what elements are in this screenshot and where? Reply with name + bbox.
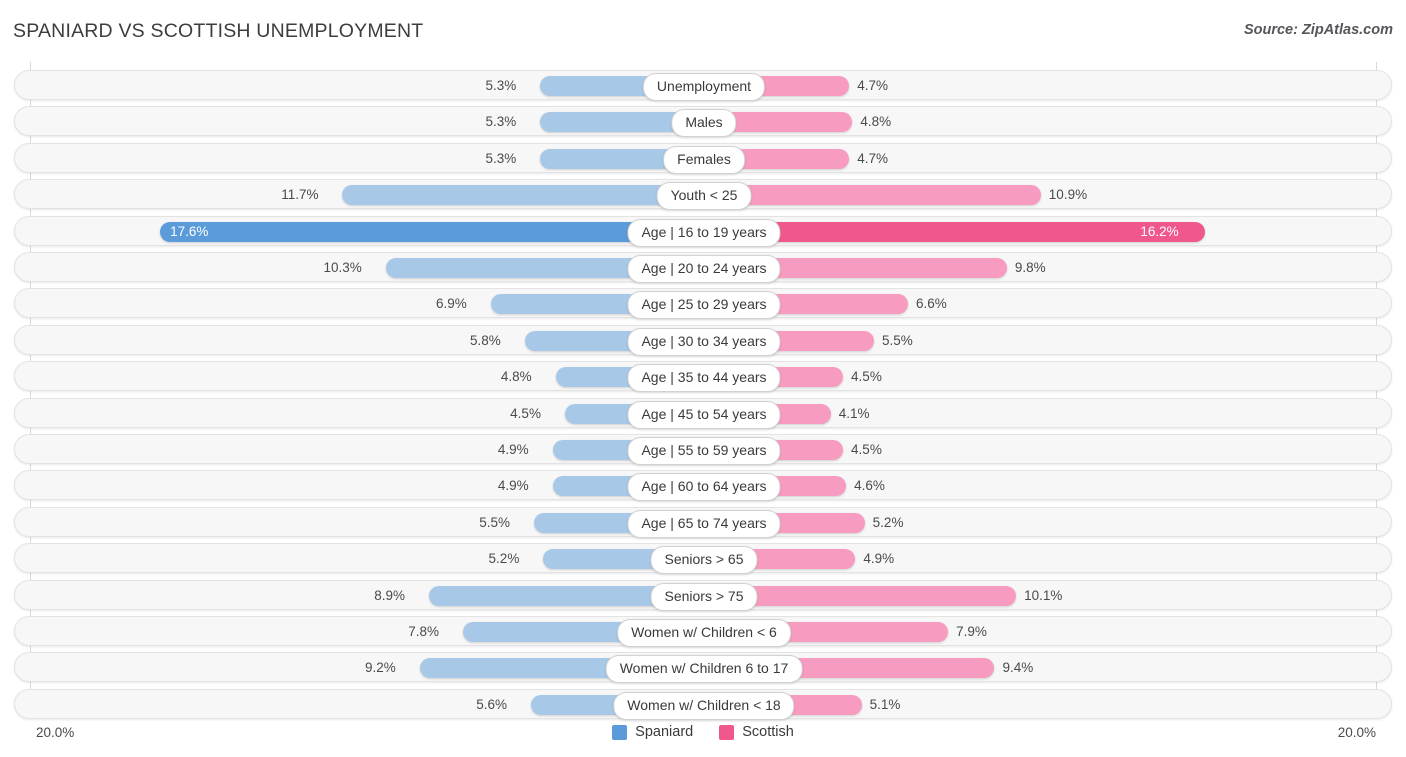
- table-row: 4.8% 4.5% Age | 35 to 44 years: [14, 361, 1392, 393]
- table-row: 8.9% 10.1% Seniors > 75: [14, 579, 1392, 611]
- value-label-spaniard: 6.9%: [436, 296, 467, 312]
- category-label: Males: [671, 109, 737, 138]
- category-label: Age | 25 to 29 years: [627, 291, 781, 320]
- chart-footer: 20.0% 20.0% Spaniard Scottish: [0, 719, 1406, 757]
- value-label-scottish: 9.4%: [1002, 660, 1034, 676]
- category-label: Unemployment: [642, 73, 766, 101]
- category-label: Age | 45 to 54 years: [627, 400, 781, 429]
- value-label-spaniard: 5.6%: [476, 696, 507, 712]
- value-label-spaniard: 10.3%: [323, 260, 362, 275]
- category-label: Age | 30 to 34 years: [627, 327, 781, 356]
- table-row: 5.6% 5.1% Women w/ Children < 18: [14, 688, 1392, 720]
- page-title: SPANIARD VS SCOTTISH UNEMPLOYMENT: [13, 20, 424, 42]
- category-label: Age | 60 to 64 years: [627, 473, 781, 502]
- value-label-scottish: 4.7%: [857, 78, 888, 93]
- value-label-spaniard: 8.9%: [374, 587, 405, 603]
- table-row: 10.3% 9.8% Age | 20 to 24 years: [14, 252, 1392, 283]
- table-row: 5.5% 5.2% Age | 65 to 74 years: [14, 506, 1392, 538]
- category-label: Seniors > 65: [650, 546, 758, 575]
- bar-spaniard: [342, 185, 704, 206]
- value-label-scottish: 4.5%: [851, 369, 882, 385]
- legend-label: Spaniard: [635, 724, 694, 740]
- table-row: 5.2% 4.9% Seniors > 65: [14, 543, 1392, 575]
- table-row: 5.8% 5.5% Age | 30 to 34 years: [14, 324, 1392, 356]
- value-label-spaniard: 5.2%: [488, 551, 520, 567]
- category-label: Age | 55 to 59 years: [627, 437, 781, 465]
- table-row: 5.3% 4.7% Unemployment: [14, 70, 1392, 101]
- category-label: Women w/ Children < 18: [613, 691, 795, 720]
- legend-item-scottish[interactable]: Scottish: [719, 724, 794, 740]
- value-label-spaniard: 4.5%: [510, 405, 541, 421]
- value-label-spaniard: 4.9%: [497, 442, 529, 457]
- legend-swatch-icon: [719, 724, 735, 740]
- value-label-spaniard: 4.9%: [497, 478, 529, 494]
- category-label: Women w/ Children 6 to 17: [605, 655, 803, 684]
- category-label: Age | 16 to 19 years: [627, 218, 781, 247]
- legend-swatch-icon: [612, 724, 628, 740]
- value-label-spaniard: 17.6%: [170, 223, 209, 239]
- value-label-scottish: 16.2%: [1140, 223, 1179, 239]
- value-label-scottish: 4.9%: [863, 551, 895, 567]
- value-label-scottish: 4.6%: [854, 478, 885, 494]
- value-label-spaniard: 5.8%: [470, 332, 501, 348]
- value-label-scottish: 9.8%: [1014, 260, 1046, 275]
- value-label-spaniard: 5.3%: [485, 150, 517, 166]
- value-label-scottish: 4.7%: [857, 150, 888, 166]
- table-row: 5.3% 4.8% Males: [14, 106, 1392, 138]
- legend-label: Scottish: [742, 724, 794, 740]
- category-label: Youth < 25: [656, 182, 752, 211]
- table-row: 4.9% 4.6% Age | 60 to 64 years: [14, 470, 1392, 502]
- value-label-scottish: 6.6%: [915, 296, 947, 312]
- table-row: 4.5% 4.1% Age | 45 to 54 years: [14, 397, 1392, 429]
- value-label-scottish: 5.2%: [872, 514, 904, 530]
- value-label-spaniard: 5.3%: [485, 78, 517, 93]
- value-label-spaniard: 5.3%: [485, 114, 517, 130]
- category-label: Women w/ Children < 6: [617, 619, 791, 647]
- chart-plot-area: 5.3% 4.7% Unemployment 5.3% 4.8% Males 5.3% 4.7…: [0, 62, 1406, 720]
- value-label-spaniard: 7.8%: [408, 624, 439, 639]
- table-row: 17.6% 16.2% Age | 16 to 19 years: [14, 215, 1392, 247]
- category-label: Age | 65 to 74 years: [627, 509, 781, 538]
- value-label-scottish: 4.8%: [860, 114, 892, 130]
- value-label-spaniard: 5.5%: [479, 514, 511, 530]
- category-label: Females: [663, 145, 745, 174]
- table-row: 11.7% 10.9% Youth < 25: [14, 179, 1392, 211]
- chart-legend: Spaniard Scottish: [0, 724, 1406, 740]
- value-label-scottish: 10.9%: [1048, 187, 1088, 203]
- table-row: 9.2% 9.4% Women w/ Children 6 to 17: [14, 652, 1392, 684]
- legend-item-spaniard[interactable]: Spaniard: [612, 724, 693, 740]
- value-label-scottish: 4.1%: [838, 405, 870, 421]
- chart-header: SPANIARD VS SCOTTISH UNEMPLOYMENT Source…: [0, 0, 1406, 62]
- table-row: 7.8% 7.9% Women w/ Children < 6: [14, 616, 1392, 647]
- category-label: Age | 20 to 24 years: [627, 255, 781, 283]
- source-attribution: Source: ZipAtlas.com: [1243, 22, 1393, 38]
- value-label-scottish: 5.1%: [869, 696, 901, 712]
- bar-scottish: [704, 185, 1041, 206]
- value-label-spaniard: 11.7%: [281, 187, 319, 203]
- category-label: Age | 35 to 44 years: [627, 364, 781, 393]
- table-row: 5.3% 4.7% Females: [14, 142, 1392, 174]
- bar-spaniard: [160, 221, 704, 242]
- table-row: 6.9% 6.6% Age | 25 to 29 years: [14, 288, 1392, 320]
- value-label-scottish: 10.1%: [1024, 587, 1063, 603]
- value-label-spaniard: 9.2%: [364, 660, 396, 676]
- value-label-scottish: 7.9%: [956, 624, 987, 639]
- table-row: 4.9% 4.5% Age | 55 to 59 years: [14, 434, 1392, 465]
- value-label-scottish: 5.5%: [881, 332, 913, 348]
- value-label-spaniard: 4.8%: [500, 369, 532, 385]
- value-label-scottish: 4.5%: [851, 442, 882, 457]
- category-label: Seniors > 75: [650, 582, 758, 611]
